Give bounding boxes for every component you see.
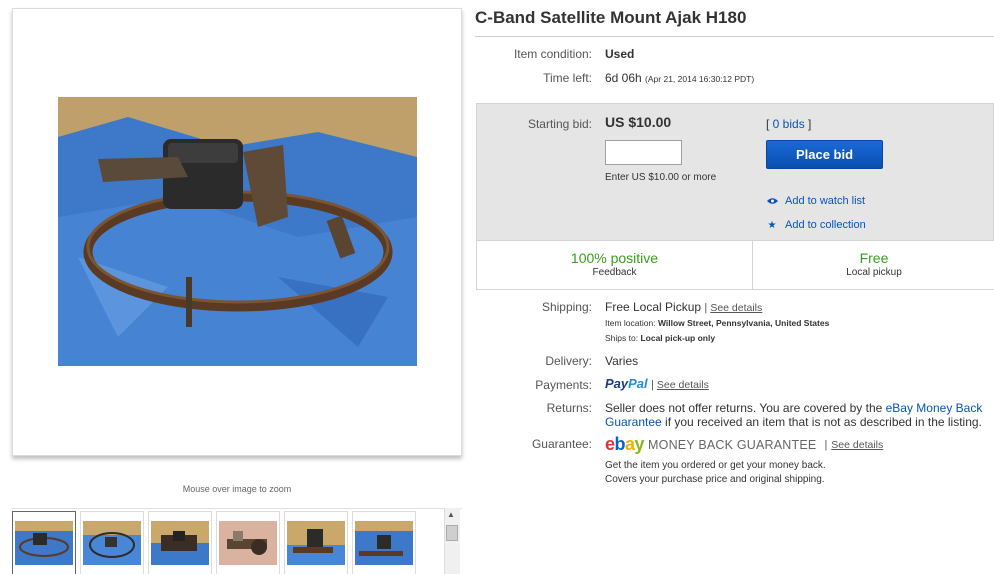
- pickup-label: Local pickup: [846, 267, 902, 278]
- guarantee-label: Guarantee:: [531, 437, 592, 451]
- returns-policy: Seller does not offer returns. You are c…: [605, 401, 994, 429]
- main-product-image[interactable]: [58, 97, 417, 366]
- thumbnail-3[interactable]: [148, 511, 212, 574]
- thumbnail-5[interactable]: [284, 511, 348, 574]
- bid-amount-input[interactable]: [605, 140, 682, 165]
- item-location-value: Willow Street, Pennsylvania, United Stat…: [657, 318, 830, 328]
- thumbnail-image: [287, 521, 345, 565]
- watch-list-label[interactable]: Add to watch list: [785, 195, 865, 207]
- thumbnail-6[interactable]: [352, 511, 416, 574]
- title-divider: [475, 36, 994, 37]
- time-left-value: 6d 06h (Apr 21, 2014 16:30:12 PDT): [605, 71, 754, 85]
- delivery-label: Delivery:: [545, 354, 592, 368]
- money-back-guarantee-text: MONEY BACK GUARANTEE: [648, 437, 817, 452]
- add-to-watch-list-link[interactable]: Add to watch list: [766, 195, 865, 207]
- thumbnail-image: [355, 521, 413, 565]
- guarantee-value: ebay MONEY BACK GUARANTEE | See details: [605, 434, 884, 454]
- thumbnail-2[interactable]: [80, 511, 144, 574]
- payments-value: PayPal | See details: [605, 376, 709, 391]
- time-left-label: Time left:: [543, 71, 592, 85]
- shipping-value: Free Local Pickup | See details: [605, 300, 763, 314]
- feedback-label: Feedback: [592, 267, 637, 278]
- scrollbar-thumb[interactable]: [446, 525, 458, 541]
- item-location: Item location: Willow Street, Pennsylvan…: [605, 318, 829, 328]
- payments-label: Payments:: [535, 378, 592, 392]
- add-to-collection-link[interactable]: ★ Add to collection: [766, 219, 866, 231]
- bid-hint: Enter US $10.00 or more: [605, 172, 717, 183]
- condition-value: Used: [605, 47, 635, 61]
- thumbnail-4[interactable]: [216, 511, 280, 574]
- place-bid-button[interactable]: Place bid: [766, 140, 883, 169]
- guarantee-line-2: Covers your purchase price and original …: [605, 474, 825, 485]
- shipping-label: Shipping:: [541, 300, 592, 314]
- returns-text: Seller does not offer returns. You are c…: [605, 401, 886, 415]
- zoom-hint: Mouse over image to zoom: [182, 484, 292, 494]
- item-title: C-Band Satellite Mount Ajak H180: [475, 8, 747, 27]
- guarantee-see-details-link[interactable]: See details: [831, 439, 883, 451]
- ships-to-label: Ships to:: [605, 333, 639, 343]
- returns-label: Returns:: [546, 401, 592, 415]
- bids-count[interactable]: 0 bids: [773, 117, 805, 131]
- returns-text-end: if you received an item that is not as d…: [661, 415, 982, 429]
- thumbnail-image: [15, 521, 73, 565]
- thumbnail-image: [151, 521, 209, 565]
- payments-see-details-link[interactable]: See details: [657, 379, 709, 391]
- item-location-label: Item location:: [605, 318, 656, 328]
- ebay-logo: ebay: [605, 434, 645, 454]
- starting-bid-label: Starting bid:: [527, 117, 592, 131]
- paypal-logo: PayPal: [605, 376, 648, 391]
- main-image-frame: [12, 8, 462, 456]
- ships-to-value: Local pick-up only: [640, 333, 716, 343]
- collection-label[interactable]: Add to collection: [785, 219, 866, 231]
- delivery-value: Varies: [605, 354, 639, 368]
- satellite-mount-photo: [58, 97, 417, 366]
- bids-count-link[interactable]: [ 0 bids ]: [766, 117, 811, 131]
- seller-stats: 100% positive Feedback Free Local pickup: [477, 240, 994, 290]
- eye-icon: [766, 195, 778, 207]
- feedback-stat: 100% positive Feedback: [477, 241, 753, 290]
- star-icon: ★: [767, 219, 777, 231]
- thumbnail-1[interactable]: [12, 511, 76, 574]
- condition-label: Item condition:: [513, 47, 592, 61]
- feedback-value: 100% positive: [570, 250, 659, 266]
- thumbnail-image: [83, 521, 141, 565]
- scroll-up-arrow-icon[interactable]: ▲: [447, 510, 455, 519]
- ships-to: Ships to: Local pick-up only: [605, 333, 715, 343]
- thumbnail-image: [219, 521, 277, 565]
- thumbnail-strip: [12, 508, 462, 574]
- guarantee-line-1: Get the item you ordered or get your mon…: [605, 460, 826, 471]
- pickup-stat: Free Local pickup: [754, 241, 994, 290]
- starting-bid-price: US $10.00: [605, 114, 672, 130]
- pickup-value: Free: [859, 250, 889, 266]
- time-left-countdown: 6d 06h: [605, 71, 642, 85]
- shipping-method: Free Local Pickup: [605, 300, 702, 314]
- time-left-end-date: (Apr 21, 2014 16:30:12 PDT): [645, 74, 755, 84]
- shipping-see-details-link[interactable]: See details: [710, 302, 762, 314]
